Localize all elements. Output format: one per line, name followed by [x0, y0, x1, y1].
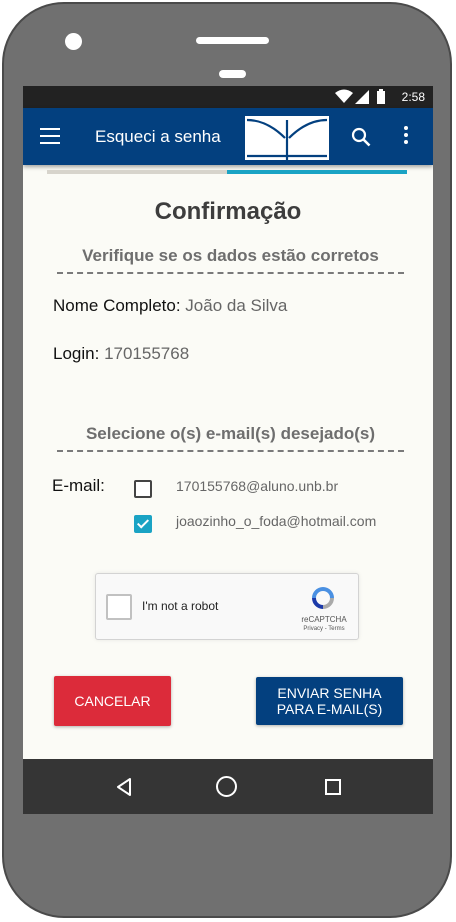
- recaptcha-label: I'm not a robot: [142, 599, 219, 613]
- recaptcha-widget: I'm not a robot reCAPTCHA Privacy - Term…: [95, 573, 359, 640]
- recaptcha-checkbox[interactable]: [106, 594, 132, 620]
- menu-icon[interactable]: [40, 128, 60, 144]
- login-field: Login: 170155768: [53, 344, 189, 364]
- recaptcha-logo-icon: [312, 587, 334, 609]
- home-icon[interactable]: [216, 776, 237, 797]
- send-button-line-2: PARA E-MAIL(S): [276, 701, 383, 717]
- send-button-line-1: ENVIAR SENHA: [277, 685, 382, 701]
- email-address-2: joaozinho_o_foda@hotmail.com: [176, 513, 377, 529]
- page-title: Confirmação: [154, 198, 302, 225]
- step-progress-fill: [227, 170, 407, 174]
- cancel-button[interactable]: CANCELAR: [54, 676, 171, 726]
- step-progress-bar: [47, 170, 407, 174]
- app-screen: 2:58 Esqueci a senha Confirmação Verifiq…: [23, 86, 433, 814]
- email-checkbox-2[interactable]: [134, 515, 152, 533]
- recaptcha-brand: reCAPTCHA: [301, 615, 347, 624]
- status-bar: 2:58: [23, 86, 433, 108]
- email-checkbox-1[interactable]: [134, 480, 152, 498]
- email-label: E-mail:: [52, 476, 105, 495]
- unb-logo: [245, 116, 329, 160]
- signal-icon: [355, 90, 369, 104]
- section-title-select-email: Selecione o(s) e-mail(s) desejado(s): [57, 424, 404, 452]
- login-label: Login:: [53, 344, 100, 363]
- section-title-verify: Verifique se os dados estão corretos: [57, 246, 404, 274]
- search-icon[interactable]: [351, 127, 371, 147]
- front-camera: [65, 33, 82, 50]
- battery-icon: [377, 89, 385, 104]
- back-icon[interactable]: [115, 777, 135, 797]
- app-bar: Esqueci a senha: [23, 108, 433, 165]
- wifi-icon: [335, 89, 353, 103]
- app-bar-title: Esqueci a senha: [95, 127, 221, 146]
- system-nav-bar: [23, 759, 433, 814]
- name-label: Nome Completo:: [53, 296, 181, 315]
- email-address-1: 170155768@aluno.unb.br: [176, 478, 339, 494]
- send-password-button[interactable]: ENVIAR SENHA PARA E-MAIL(S): [256, 677, 403, 725]
- more-vert-icon[interactable]: [403, 126, 409, 146]
- recaptcha-privacy-terms[interactable]: Privacy - Terms: [296, 626, 352, 632]
- name-field: Nome Completo: João da Silva: [53, 296, 287, 316]
- proximity-sensor: [219, 70, 246, 78]
- recents-icon[interactable]: [325, 779, 341, 795]
- login-value: 170155768: [104, 344, 190, 363]
- name-value: João da Silva: [185, 296, 288, 315]
- earpiece-speaker: [196, 37, 269, 44]
- status-time: 2:58: [401, 90, 425, 104]
